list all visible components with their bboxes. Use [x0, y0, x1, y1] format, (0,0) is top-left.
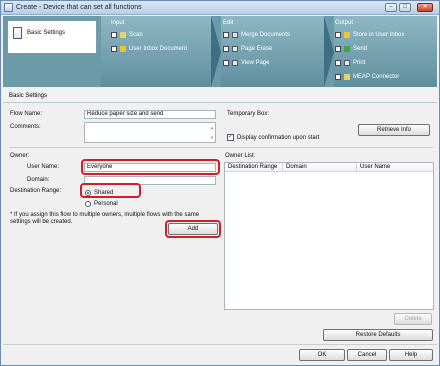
delete-button[interactable]: Delete — [394, 313, 432, 325]
checkbox[interactable] — [335, 60, 341, 66]
edit-item-label: View Page — [241, 60, 270, 66]
output-item-store-in-user-inbox[interactable]: Store in User Inbox — [335, 32, 404, 38]
flow-name-label: Flow Name: — [10, 111, 43, 117]
maximize-button[interactable]: □ — [399, 3, 411, 12]
merge-icon — [232, 32, 238, 38]
app-icon — [4, 3, 13, 12]
scan-icon — [120, 32, 126, 38]
close-button[interactable]: ✕ — [417, 3, 433, 12]
tab-basic-settings[interactable]: Basic Settings — [7, 20, 97, 54]
display-confirmation-checkbox[interactable]: ✓ — [227, 134, 234, 141]
checkbox[interactable] — [111, 32, 117, 38]
highlight-destination-range — [80, 183, 141, 198]
flow-name-input[interactable]: Reduce paper size and send — [84, 110, 216, 119]
cancel-button[interactable]: Cancel — [347, 349, 387, 361]
flow-banner: Basic Settings Input Scan User Inbox Doc… — [3, 16, 437, 87]
checkbox[interactable] — [335, 46, 341, 52]
inbox-icon — [120, 46, 126, 52]
checkbox[interactable] — [335, 74, 341, 80]
chevron-arrow-icon — [211, 16, 221, 87]
chevron-arrow-icon — [324, 16, 334, 87]
footer-divider — [3, 344, 437, 345]
owner-label: Owner: — [10, 153, 30, 159]
output-item-meap-connector[interactable]: MEAP Connector — [335, 74, 399, 80]
edit-section-title: Edit — [223, 20, 234, 26]
scroll-down-icon[interactable]: ▼ — [210, 135, 214, 140]
personal-label: Personal — [94, 201, 118, 207]
edit-item-page-erase[interactable]: Page Erase — [223, 46, 272, 52]
section-divider — [9, 147, 433, 148]
minimize-button[interactable]: – — [385, 3, 397, 12]
scroll-up-icon[interactable]: ▲ — [210, 125, 214, 130]
title-bar: Create - Device that can set all functio… — [1, 1, 439, 15]
checkbox[interactable] — [223, 46, 229, 52]
output-item-print[interactable]: Print — [335, 60, 365, 66]
checkbox[interactable] — [111, 46, 117, 52]
temporary-box-label: Temporary Box: — [227, 111, 270, 117]
checkbox[interactable] — [335, 32, 341, 38]
send-icon — [344, 46, 350, 52]
column-header-user-name[interactable]: User Name — [357, 163, 433, 172]
input-item-label: User Inbox Document — [129, 46, 188, 52]
column-header-destination-range[interactable]: Destination Range — [225, 163, 283, 172]
help-button[interactable]: Help — [389, 349, 433, 361]
input-section-title: Input — [111, 20, 125, 26]
display-confirmation-label: Display confirmation upon start — [237, 135, 320, 141]
highlight-add-button — [165, 220, 221, 238]
connector-icon — [344, 74, 350, 80]
output-item-label: Print — [353, 60, 366, 66]
checkbox[interactable] — [223, 60, 229, 66]
destination-range-label: Destination Range: — [10, 188, 62, 194]
printer-icon — [344, 60, 350, 66]
comments-textarea[interactable]: ▲ ▼ — [84, 122, 216, 143]
edit-item-label: Page Erase — [241, 46, 273, 52]
column-header-domain[interactable]: Domain — [283, 163, 357, 172]
page-erase-icon — [232, 46, 238, 52]
output-item-send[interactable]: Send — [335, 46, 367, 52]
document-icon — [13, 27, 22, 39]
input-item-label: Scan — [129, 32, 143, 38]
retrieve-info-button[interactable]: Retrieve Info — [358, 124, 430, 136]
section-header: Basic Settings — [3, 88, 437, 103]
section-title: Basic Settings — [9, 93, 48, 99]
personal-radio[interactable] — [85, 201, 91, 207]
inbox-icon — [344, 32, 350, 38]
owner-list-label: Owner List: — [225, 153, 256, 159]
ok-button[interactable]: OK — [299, 349, 345, 361]
output-item-label: MEAP Connector — [353, 74, 400, 80]
comments-label: Comments: — [10, 124, 41, 130]
output-item-label: Store in User Inbox — [353, 32, 405, 38]
output-item-label: Send — [353, 46, 368, 52]
checkbox[interactable] — [223, 32, 229, 38]
tab-basic-settings-label: Basic Settings — [27, 30, 66, 36]
owner-list-table[interactable]: Destination Range Domain User Name — [224, 162, 434, 310]
domain-label: Domain: — [27, 177, 50, 183]
edit-item-merge-documents[interactable]: Merge Documents — [223, 32, 290, 38]
input-item-scan[interactable]: Scan — [111, 32, 143, 38]
edit-item-label: Merge Documents — [241, 32, 291, 38]
restore-defaults-button[interactable]: Restore Defaults — [323, 329, 433, 341]
dialog-window: Create - Device that can set all functio… — [0, 0, 440, 366]
highlight-user-name — [81, 159, 220, 175]
window-title: Create - Device that can set all functio… — [16, 4, 142, 11]
view-page-icon — [232, 60, 238, 66]
output-section-title: Output — [335, 20, 354, 26]
input-item-user-inbox-document[interactable]: User Inbox Document — [111, 46, 187, 52]
user-name-label: User Name: — [27, 164, 60, 170]
edit-item-view-page[interactable]: View Page — [223, 60, 270, 66]
